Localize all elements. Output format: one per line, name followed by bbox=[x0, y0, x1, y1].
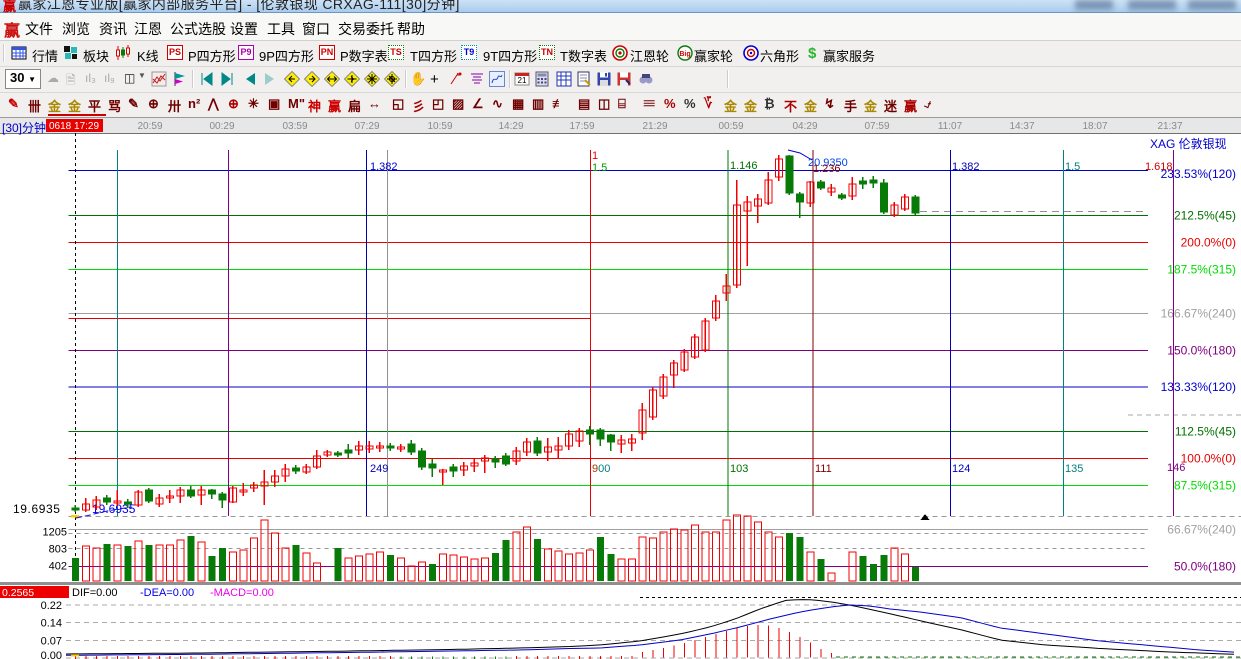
svg-text:0.07: 0.07 bbox=[41, 636, 62, 648]
svg-text:21:29: 21:29 bbox=[642, 121, 667, 132]
svg-text:1.382: 1.382 bbox=[952, 161, 980, 173]
svg-text:66.67%(240): 66.67%(240) bbox=[1167, 523, 1236, 537]
svg-text:[30]分钟: [30]分钟 bbox=[2, 120, 46, 135]
svg-text:04:29: 04:29 bbox=[792, 121, 817, 132]
svg-text:07:59: 07:59 bbox=[864, 121, 889, 132]
svg-text:135: 135 bbox=[1065, 463, 1083, 475]
svg-text:100.0%(0): 100.0%(0) bbox=[1181, 452, 1236, 466]
svg-text:Big: Big bbox=[679, 51, 690, 58]
svg-text:1: 1 bbox=[592, 150, 598, 162]
svg-text:00:59: 00:59 bbox=[718, 121, 743, 132]
svg-text:900: 900 bbox=[592, 463, 610, 475]
svg-text:187.5%(315): 187.5%(315) bbox=[1167, 263, 1236, 277]
svg-text:0.2565: 0.2565 bbox=[2, 587, 34, 599]
svg-text:19.6935: 19.6935 bbox=[13, 502, 61, 516]
svg-text:-DEA=0.00: -DEA=0.00 bbox=[140, 587, 194, 599]
svg-text:112.5%(45): 112.5%(45) bbox=[1175, 425, 1236, 439]
svg-text:124: 124 bbox=[952, 463, 970, 475]
svg-text:18:07: 18:07 bbox=[1082, 121, 1107, 132]
svg-text:21:37: 21:37 bbox=[1157, 121, 1182, 132]
svg-text:50.0%(180): 50.0%(180) bbox=[1174, 560, 1236, 574]
svg-text:1.5: 1.5 bbox=[592, 162, 607, 174]
svg-text:1205: 1205 bbox=[43, 527, 67, 539]
svg-text:00:29: 00:29 bbox=[209, 121, 234, 132]
svg-text:21: 21 bbox=[518, 76, 527, 85]
svg-text:133.33%(120): 133.33%(120) bbox=[1161, 380, 1236, 394]
svg-text:0.14: 0.14 bbox=[41, 617, 62, 629]
svg-text:249: 249 bbox=[370, 463, 388, 475]
svg-text:1.5: 1.5 bbox=[1065, 161, 1080, 173]
svg-text:11:07: 11:07 bbox=[938, 121, 963, 132]
svg-text:1.146: 1.146 bbox=[730, 160, 758, 172]
svg-text:402: 402 bbox=[49, 561, 67, 573]
svg-text:150.0%(180): 150.0%(180) bbox=[1167, 344, 1236, 358]
svg-text:07:29: 07:29 bbox=[354, 121, 379, 132]
svg-text:-MACD=0.00: -MACD=0.00 bbox=[210, 587, 274, 599]
svg-text:200.0%(0): 200.0%(0) bbox=[1181, 236, 1236, 250]
svg-text:803: 803 bbox=[49, 544, 67, 556]
svg-text:87.5%(315): 87.5%(315) bbox=[1174, 479, 1236, 493]
svg-text:20:59: 20:59 bbox=[137, 121, 162, 132]
svg-text:03:59: 03:59 bbox=[282, 121, 307, 132]
svg-text:166.67%(240): 166.67%(240) bbox=[1161, 307, 1236, 321]
svg-text:14:37: 14:37 bbox=[1009, 121, 1034, 132]
svg-text:1.382: 1.382 bbox=[370, 161, 398, 173]
svg-text:17:59: 17:59 bbox=[569, 121, 594, 132]
svg-text:1.618: 1.618 bbox=[1145, 161, 1173, 173]
svg-text:XAG 伦敦银现: XAG 伦敦银现 bbox=[1150, 136, 1227, 151]
svg-text:0618 17:29: 0618 17:29 bbox=[49, 121, 99, 132]
svg-text:0.00: 0.00 bbox=[41, 650, 62, 659]
svg-text:212.5%(45): 212.5%(45) bbox=[1174, 209, 1236, 223]
svg-text:14:29: 14:29 bbox=[498, 121, 523, 132]
svg-text:1.236: 1.236 bbox=[813, 163, 841, 175]
svg-text:146: 146 bbox=[1167, 462, 1185, 474]
svg-text:0.22: 0.22 bbox=[41, 600, 62, 612]
svg-text:DIF=0.00: DIF=0.00 bbox=[72, 587, 118, 599]
svg-text:10:59: 10:59 bbox=[427, 121, 452, 132]
svg-text:111: 111 bbox=[815, 463, 832, 475]
svg-text:103: 103 bbox=[730, 463, 748, 475]
